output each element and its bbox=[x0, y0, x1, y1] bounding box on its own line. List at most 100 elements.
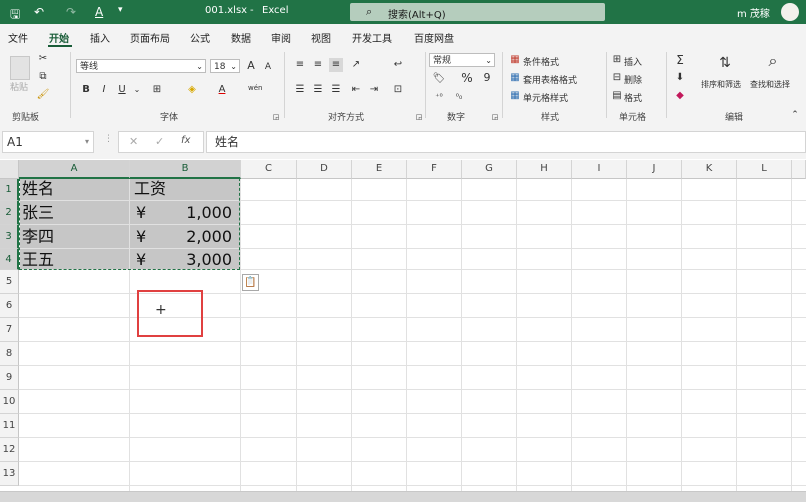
column-header-i[interactable]: I bbox=[572, 160, 627, 179]
orientation-icon[interactable]: ↗ bbox=[349, 58, 363, 72]
decrease-decimal-icon[interactable]: ⁰₀ bbox=[452, 90, 466, 104]
column-header-d[interactable]: D bbox=[297, 160, 352, 179]
tab-insert[interactable]: 插入 bbox=[90, 30, 110, 45]
row-header-10[interactable]: 10 bbox=[0, 390, 19, 414]
column-header-k[interactable]: K bbox=[682, 160, 737, 179]
format-painter-icon[interactable]: 🖌 bbox=[36, 88, 50, 102]
format-cells-button[interactable]: 格式 bbox=[624, 91, 642, 104]
delete-cells-icon[interactable]: ⊟ bbox=[610, 71, 624, 85]
bold-button[interactable]: B bbox=[79, 83, 93, 97]
cell-styles-icon[interactable]: ▦ bbox=[508, 89, 522, 103]
tab-baidu-netdisk[interactable]: 百度网盘 bbox=[414, 30, 454, 45]
select-all-corner[interactable] bbox=[0, 160, 19, 179]
row-header-3[interactable]: 3 bbox=[0, 225, 19, 249]
conditional-format-icon[interactable]: ▦ bbox=[508, 53, 522, 67]
borders-icon[interactable]: ⊞ bbox=[150, 83, 164, 97]
row-header-9[interactable]: 9 bbox=[0, 366, 19, 390]
column-header-h[interactable]: H bbox=[517, 160, 572, 179]
decrease-indent-icon[interactable]: ⇤ bbox=[349, 83, 363, 97]
row-header-6[interactable]: 6 bbox=[0, 294, 19, 318]
format-as-table-icon[interactable]: ▦ bbox=[508, 71, 522, 85]
align-right-icon[interactable]: ☰ bbox=[329, 83, 343, 97]
format-as-table-button[interactable]: 套用表格格式 bbox=[523, 73, 577, 86]
sort-filter-button[interactable]: 排序和筛选 bbox=[701, 79, 741, 90]
find-select-icon[interactable]: ⌕ bbox=[766, 53, 780, 69]
cut-icon[interactable]: ✂ bbox=[36, 52, 50, 66]
column-header-partial[interactable] bbox=[792, 160, 806, 179]
clear-icon[interactable]: ◆ bbox=[673, 89, 687, 103]
insert-cells-icon[interactable]: ⊞ bbox=[610, 53, 624, 67]
number-dialog-launcher-icon[interactable]: ◲ bbox=[488, 110, 502, 124]
fill-color-icon[interactable]: ◈ bbox=[185, 83, 199, 97]
align-bottom-icon[interactable]: ≡ bbox=[329, 58, 343, 72]
row-header-1[interactable]: 1 bbox=[0, 179, 19, 201]
cell-styles-button[interactable]: 单元格样式 bbox=[523, 91, 568, 104]
align-top-icon[interactable]: ≡ bbox=[293, 58, 307, 72]
phonetic-icon[interactable]: wén bbox=[248, 81, 262, 95]
tab-view[interactable]: 视图 bbox=[311, 30, 331, 45]
column-header-l[interactable]: L bbox=[737, 160, 792, 179]
enter-icon[interactable]: ✓ bbox=[155, 135, 164, 148]
quick-access-more-icon[interactable]: ▾ bbox=[118, 5, 123, 15]
alignment-dialog-launcher-icon[interactable]: ◲ bbox=[412, 110, 426, 124]
user-name[interactable]: m 茂稼 bbox=[737, 5, 770, 20]
delete-cells-button[interactable]: 删除 bbox=[624, 73, 642, 86]
row-header-8[interactable]: 8 bbox=[0, 342, 19, 366]
row-header-4[interactable]: 4 bbox=[0, 249, 19, 270]
row-header-2[interactable]: 2 bbox=[0, 201, 19, 225]
row-header-7[interactable]: 7 bbox=[0, 318, 19, 342]
tab-file[interactable]: 文件 bbox=[8, 30, 28, 45]
underline-button[interactable]: U bbox=[115, 83, 129, 97]
formula-input[interactable]: 姓名 bbox=[206, 131, 806, 153]
row-header-13[interactable]: 13 bbox=[0, 462, 19, 486]
tab-home[interactable]: 开始 bbox=[49, 30, 69, 45]
tab-developer[interactable]: 开发工具 bbox=[352, 30, 392, 45]
cancel-icon[interactable]: ✕ bbox=[129, 135, 138, 148]
insert-function-icon[interactable]: fx bbox=[181, 135, 190, 146]
column-header-c[interactable]: C bbox=[241, 160, 297, 179]
merge-center-icon[interactable]: ⊡ bbox=[391, 83, 405, 97]
paste-icon[interactable] bbox=[10, 56, 30, 80]
tab-data[interactable]: 数据 bbox=[231, 30, 251, 45]
grow-font-icon[interactable]: A bbox=[244, 59, 258, 73]
undo-icon[interactable]: ↶ bbox=[34, 5, 44, 19]
row-header-11[interactable]: 11 bbox=[0, 414, 19, 438]
font-name-select[interactable]: 等线 ⌄ bbox=[76, 59, 206, 73]
number-format-select[interactable]: 常规 ⌄ bbox=[429, 53, 495, 67]
row-header-12[interactable]: 12 bbox=[0, 438, 19, 462]
tab-formulas[interactable]: 公式 bbox=[190, 30, 210, 45]
increase-indent-icon[interactable]: ⇥ bbox=[367, 83, 381, 97]
copy-icon[interactable]: ⧉ bbox=[36, 70, 50, 84]
column-header-e[interactable]: E bbox=[352, 160, 407, 179]
conditional-format-button[interactable]: 条件格式 bbox=[523, 55, 559, 68]
comma-style-button[interactable]: 9 bbox=[480, 71, 494, 85]
tab-review[interactable]: 审阅 bbox=[271, 30, 291, 45]
paste-options-icon[interactable]: 📋 bbox=[242, 274, 259, 291]
chevron-down-icon[interactable]: ▾ bbox=[85, 132, 89, 152]
font-color-icon[interactable]: A bbox=[215, 83, 229, 97]
fill-icon[interactable]: ⬇ bbox=[673, 71, 687, 85]
shrink-font-icon[interactable]: A bbox=[261, 60, 275, 74]
font-dialog-launcher-icon[interactable]: ◲ bbox=[269, 110, 283, 124]
horizontal-scrollbar[interactable] bbox=[0, 491, 806, 502]
underline-dropdown-icon[interactable]: ⌄ bbox=[130, 83, 144, 97]
redo-icon[interactable]: ↷ bbox=[66, 5, 76, 19]
align-middle-icon[interactable]: ≡ bbox=[311, 58, 325, 72]
collapse-ribbon-icon[interactable]: ⌃ bbox=[788, 108, 802, 122]
search-box[interactable]: ⌕ 搜索(Alt+Q) bbox=[350, 3, 605, 21]
align-left-icon[interactable]: ☰ bbox=[293, 83, 307, 97]
column-header-f[interactable]: F bbox=[407, 160, 462, 179]
find-select-button[interactable]: 查找和选择 bbox=[750, 79, 790, 90]
accounting-format-icon[interactable]: 🏷 bbox=[432, 72, 446, 86]
row-header-5[interactable]: 5 bbox=[0, 270, 19, 294]
percent-style-button[interactable]: % bbox=[460, 71, 474, 85]
increase-decimal-icon[interactable]: ⁺⁰ bbox=[432, 90, 446, 104]
italic-button[interactable]: I bbox=[97, 83, 111, 97]
save-icon[interactable]: 🖫 bbox=[10, 5, 20, 26]
name-box[interactable]: A1 ▾ bbox=[2, 131, 94, 153]
tab-page-layout[interactable]: 页面布局 bbox=[130, 30, 170, 45]
paste-label[interactable]: 粘贴 bbox=[10, 80, 28, 93]
wrap-text-icon[interactable]: ↩ bbox=[391, 58, 405, 72]
sort-filter-icon[interactable]: ⇅ bbox=[718, 56, 732, 70]
align-center-icon[interactable]: ☰ bbox=[311, 83, 325, 97]
